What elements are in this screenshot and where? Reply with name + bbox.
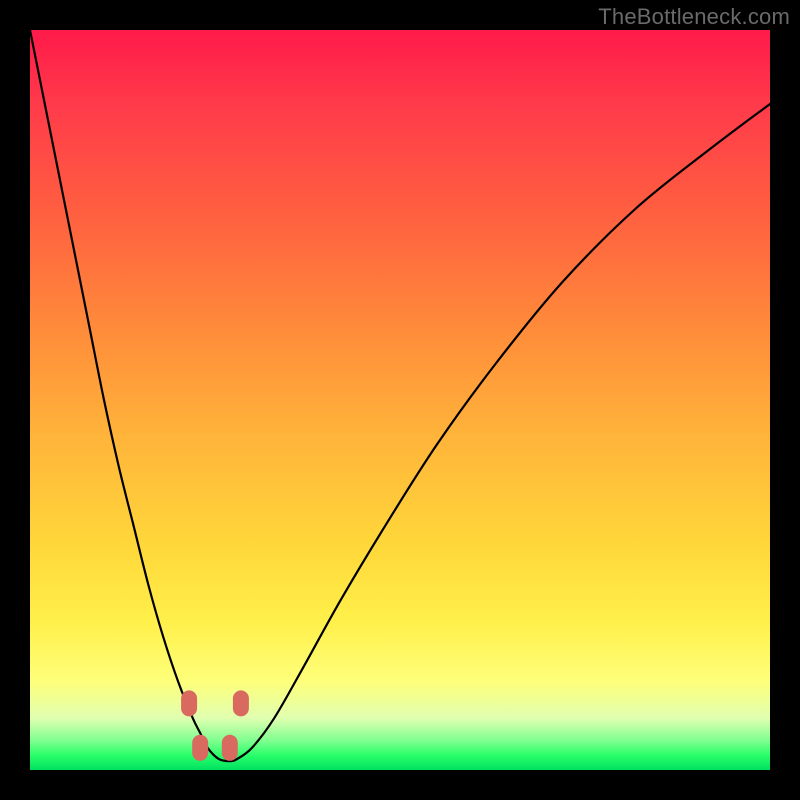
curve-markers-group — [181, 690, 249, 760]
bottleneck-curve-line — [30, 30, 770, 761]
curve-marker — [181, 690, 197, 716]
curve-marker — [222, 735, 238, 761]
chart-frame: TheBottleneck.com — [0, 0, 800, 800]
curve-marker — [233, 690, 249, 716]
plot-area — [30, 30, 770, 770]
watermark-text: TheBottleneck.com — [598, 4, 790, 30]
curve-marker — [192, 735, 208, 761]
bottleneck-curve-svg — [30, 30, 770, 770]
